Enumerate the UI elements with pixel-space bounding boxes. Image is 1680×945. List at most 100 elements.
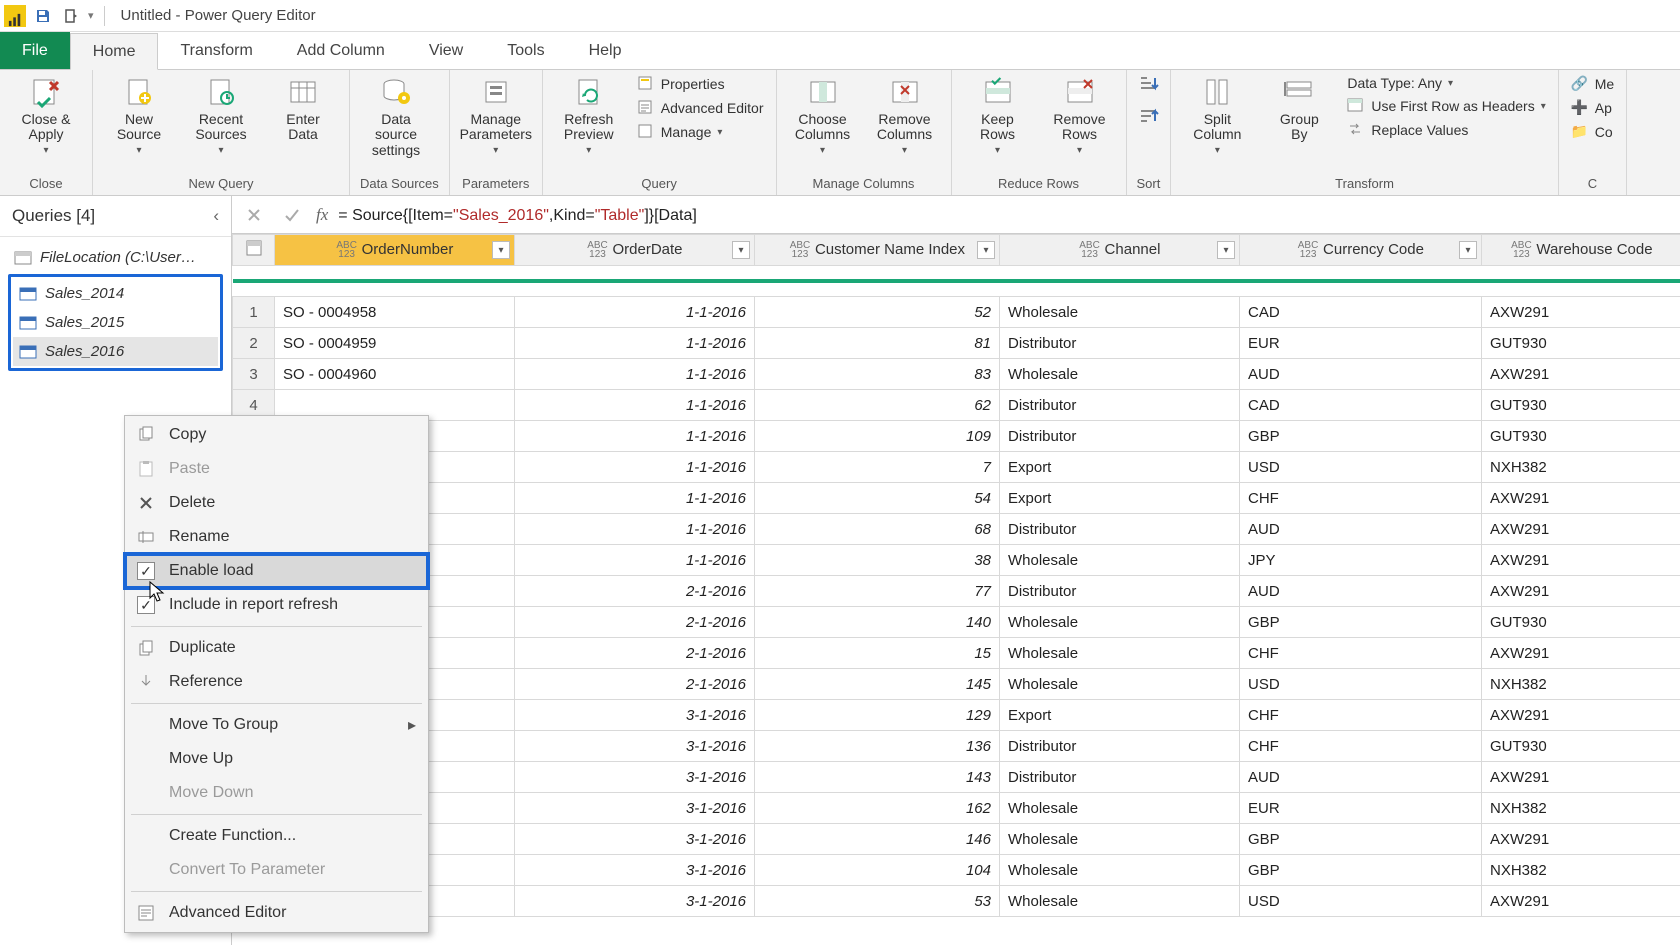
table-row[interactable]: 2SO - 00049591-1-201681DistributorEURGUT…	[233, 328, 1680, 359]
cell-channel[interactable]: Wholesale	[1000, 607, 1240, 638]
cell-currency[interactable]: AUD	[1240, 514, 1482, 545]
manage-parameters-button[interactable]: Manage Parameters	[460, 74, 532, 156]
close-apply-button[interactable]: Close & Apply	[10, 74, 82, 156]
table-row[interactable]: 153-1-2016136DistributorCHFGUT930	[233, 731, 1680, 762]
cell-currency[interactable]: EUR	[1240, 793, 1482, 824]
properties-button[interactable]: Properties	[635, 74, 766, 94]
cell-warehouse[interactable]: AXW291	[1482, 700, 1680, 731]
table-row[interactable]: 61-1-20167ExportUSDNXH382	[233, 452, 1680, 483]
formula-text[interactable]: = Source{[Item="Sales_2016",Kind="Table"…	[338, 205, 1672, 225]
cell-orderdate[interactable]: 3-1-2016	[515, 731, 755, 762]
cell-orderdate[interactable]: 1-1-2016	[515, 390, 755, 421]
tab-home[interactable]: Home	[70, 33, 159, 70]
merge-queries-button[interactable]: 🔗Me	[1569, 74, 1616, 94]
cell-currency[interactable]: EUR	[1240, 328, 1482, 359]
refresh-preview-button[interactable]: Refresh Preview	[553, 74, 625, 156]
cell-orderdate[interactable]: 1-1-2016	[515, 328, 755, 359]
remove-rows-button[interactable]: Remove Rows	[1044, 74, 1116, 156]
cell-warehouse[interactable]: NXH382	[1482, 452, 1680, 483]
cell-channel[interactable]: Export	[1000, 452, 1240, 483]
cell-currency[interactable]: AUD	[1240, 576, 1482, 607]
cell-customer-index[interactable]: 104	[755, 855, 1000, 886]
manage-query-button[interactable]: Manage	[635, 122, 766, 142]
keep-rows-button[interactable]: Keep Rows	[962, 74, 1034, 156]
cell-channel[interactable]: Wholesale	[1000, 545, 1240, 576]
cell-customer-index[interactable]: 136	[755, 731, 1000, 762]
cell-currency[interactable]: CHF	[1240, 731, 1482, 762]
cell-orderdate[interactable]: 3-1-2016	[515, 855, 755, 886]
cancel-formula-icon[interactable]	[240, 201, 268, 229]
cell-channel[interactable]: Distributor	[1000, 421, 1240, 452]
ctx-enable-load[interactable]: Enable load	[125, 554, 428, 588]
tab-transform[interactable]: Transform	[158, 32, 274, 69]
table-row[interactable]: 203-1-201653WholesaleUSDAXW291	[233, 886, 1680, 917]
cell-warehouse[interactable]: AXW291	[1482, 359, 1680, 390]
cell-customer-index[interactable]: 53	[755, 886, 1000, 917]
fx-icon[interactable]: fx	[316, 205, 328, 225]
choose-columns-button[interactable]: Choose Columns	[787, 74, 859, 156]
cell-channel[interactable]: Export	[1000, 700, 1240, 731]
cell-orderdate[interactable]: 3-1-2016	[515, 700, 755, 731]
cell-orderdate[interactable]: 2-1-2016	[515, 638, 755, 669]
cell-channel[interactable]: Wholesale	[1000, 359, 1240, 390]
cell-customer-index[interactable]: 38	[755, 545, 1000, 576]
query-sales-2015[interactable]: Sales_2015	[13, 308, 218, 337]
cell-channel[interactable]: Wholesale	[1000, 638, 1240, 669]
ctx-delete[interactable]: Delete	[125, 486, 428, 520]
remove-columns-button[interactable]: Remove Columns	[869, 74, 941, 156]
cell-customer-index[interactable]: 54	[755, 483, 1000, 514]
ctx-duplicate[interactable]: Duplicate	[125, 631, 428, 665]
cell-warehouse[interactable]: AXW291	[1482, 483, 1680, 514]
tab-file[interactable]: File	[0, 32, 70, 69]
cell-channel[interactable]: Distributor	[1000, 390, 1240, 421]
cell-customer-index[interactable]: 146	[755, 824, 1000, 855]
collapse-queries-icon[interactable]: ‹	[213, 206, 219, 226]
cell-channel[interactable]: Wholesale	[1000, 669, 1240, 700]
tab-view[interactable]: View	[407, 32, 485, 69]
cell-warehouse[interactable]: AXW291	[1482, 514, 1680, 545]
query-sales-2016[interactable]: Sales_2016	[13, 337, 218, 366]
filter-dropdown-icon[interactable]	[1459, 241, 1477, 259]
cell-ordernumber[interactable]: SO - 0004958	[275, 297, 515, 328]
col-orderdate[interactable]: ABC123OrderDate	[515, 235, 755, 266]
cell-orderdate[interactable]: 3-1-2016	[515, 793, 755, 824]
table-row[interactable]: 3SO - 00049601-1-201683WholesaleAUDAXW29…	[233, 359, 1680, 390]
qat-customize-icon[interactable]: ▾	[88, 9, 94, 22]
data-type-dropdown[interactable]: Data Type: Any	[1345, 74, 1547, 92]
col-warehouse[interactable]: ABC123Warehouse Code	[1482, 235, 1680, 266]
cell-customer-index[interactable]: 140	[755, 607, 1000, 638]
cell-warehouse[interactable]: NXH382	[1482, 669, 1680, 700]
table-row[interactable]: 81-1-201668DistributorAUDAXW291	[233, 514, 1680, 545]
cell-currency[interactable]: CAD	[1240, 297, 1482, 328]
table-row[interactable]: 51-1-2016109DistributorGBPGUT930	[233, 421, 1680, 452]
query-sales-2014[interactable]: Sales_2014	[13, 279, 218, 308]
cell-currency[interactable]: CHF	[1240, 638, 1482, 669]
cell-customer-index[interactable]: 77	[755, 576, 1000, 607]
cell-customer-index[interactable]: 62	[755, 390, 1000, 421]
sort-desc-icon[interactable]	[1137, 107, 1159, 132]
cell-channel[interactable]: Distributor	[1000, 762, 1240, 793]
cell-warehouse[interactable]: GUT930	[1482, 390, 1680, 421]
filter-dropdown-icon[interactable]	[732, 241, 750, 259]
append-queries-button[interactable]: ➕Ap	[1569, 98, 1616, 118]
cell-customer-index[interactable]: 145	[755, 669, 1000, 700]
data-source-settings-button[interactable]: Data source settings	[360, 74, 432, 158]
cell-currency[interactable]: GBP	[1240, 824, 1482, 855]
col-channel[interactable]: ABC123Channel	[1000, 235, 1240, 266]
cell-customer-index[interactable]: 52	[755, 297, 1000, 328]
confirm-formula-icon[interactable]	[278, 201, 306, 229]
filter-dropdown-icon[interactable]	[1217, 241, 1235, 259]
cell-warehouse[interactable]: NXH382	[1482, 855, 1680, 886]
cell-currency[interactable]: CHF	[1240, 700, 1482, 731]
table-row[interactable]: 183-1-2016146WholesaleGBPAXW291	[233, 824, 1680, 855]
cell-orderdate[interactable]: 3-1-2016	[515, 762, 755, 793]
replace-values-button[interactable]: Replace Values	[1345, 120, 1547, 140]
first-row-headers-button[interactable]: Use First Row as Headers	[1345, 96, 1547, 116]
cell-currency[interactable]: JPY	[1240, 545, 1482, 576]
cell-customer-index[interactable]: 83	[755, 359, 1000, 390]
cell-orderdate[interactable]: 1-1-2016	[515, 545, 755, 576]
filter-dropdown-icon[interactable]	[977, 241, 995, 259]
cell-orderdate[interactable]: 1-1-2016	[515, 452, 755, 483]
cell-customer-index[interactable]: 81	[755, 328, 1000, 359]
cell-ordernumber[interactable]: SO - 0004959	[275, 328, 515, 359]
